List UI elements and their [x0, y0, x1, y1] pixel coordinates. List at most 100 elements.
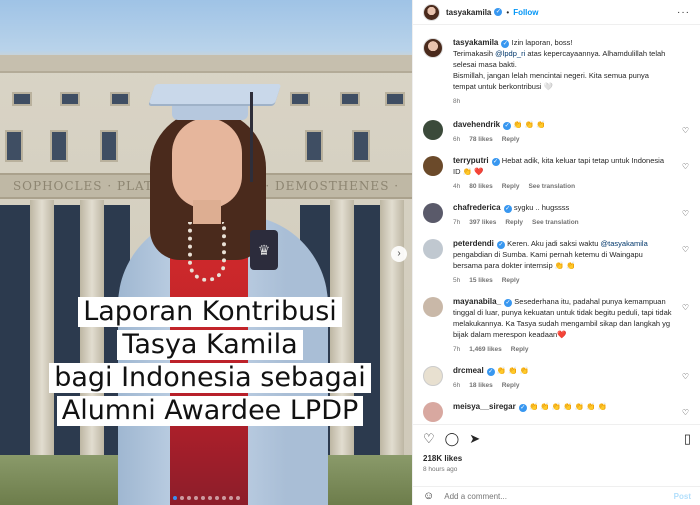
share-icon[interactable]: ➤: [469, 431, 480, 447]
heart-icon[interactable]: ♡: [681, 408, 690, 417]
image-title-line: Alumni Awardee LPDP: [56, 396, 364, 426]
comment-username[interactable]: davehendrik: [453, 120, 500, 129]
comment-username[interactable]: chafrederica: [453, 203, 501, 212]
carousel-dot: [221, 496, 226, 500]
avatar[interactable]: [423, 156, 443, 176]
see-translation-link[interactable]: See translation: [528, 183, 575, 190]
heart-icon[interactable]: ♡: [681, 245, 690, 254]
verified-badge-icon: ✓: [518, 404, 527, 412]
colonnade-shadow: [0, 205, 30, 455]
comment-text: pengabdian di Sumba. Kami pernah ketemu …: [453, 250, 643, 270]
comment-icon[interactable]: ◯: [445, 431, 460, 447]
heart-icon[interactable]: ♡: [681, 209, 690, 218]
comment-body: terryputri ✓ Hebat adik, kita keluar tapi…: [453, 155, 690, 192]
reply-button[interactable]: Reply: [502, 277, 520, 284]
mention-link[interactable]: @lpdp_ri: [495, 49, 525, 58]
post-button[interactable]: Post: [674, 492, 691, 501]
carousel-dot: [172, 496, 177, 500]
timestamp[interactable]: 7h: [453, 219, 460, 226]
comment-item: terryputri ✓ Hebat adik, kita keluar tapi…: [423, 155, 690, 192]
mention-link[interactable]: @tasyakamila: [601, 239, 648, 248]
like-count[interactable]: 18 likes: [469, 382, 493, 389]
comment-text: 👏 👏 👏: [513, 120, 546, 129]
avatar[interactable]: [423, 203, 443, 223]
comment-meta: 7h 397 likes Reply See translation: [453, 217, 672, 228]
comments-list[interactable]: tasyakamila ✓ Izin laporan, boss! Terimak…: [413, 25, 700, 425]
reply-button[interactable]: Reply: [502, 136, 520, 143]
heart-icon[interactable]: ♡: [681, 372, 690, 381]
timestamp[interactable]: 6h: [453, 136, 460, 143]
heart-icon[interactable]: ♡: [681, 303, 690, 312]
post-actions: ♡ ◯ ➤ ▯ 218K likes 8 hours ago: [413, 424, 700, 473]
comment-item: drcmeal ✓ 👏 👏 👏 6h 18 likes Reply ♡: [423, 365, 690, 391]
heart-icon[interactable]: ♡: [681, 162, 690, 171]
comment-item: mayanabila_ ✓ Sesederhana itu, padahal pu…: [423, 296, 690, 355]
comment-meta: 6h 18 likes Reply: [453, 380, 672, 391]
comment-username[interactable]: mayanabila_: [453, 297, 501, 306]
like-count[interactable]: 1,469 likes: [469, 346, 502, 353]
window: [12, 92, 32, 106]
follow-button[interactable]: Follow: [513, 8, 538, 17]
comment-username[interactable]: meisya__siregar: [453, 402, 516, 411]
comment-username[interactable]: terryputri: [453, 156, 489, 165]
carousel-indicator: [0, 493, 412, 502]
avatar[interactable]: [423, 120, 443, 140]
avatar[interactable]: [423, 366, 443, 386]
timestamp[interactable]: 6h: [453, 382, 460, 389]
avatar[interactable]: [423, 3, 440, 21]
building-cornice: [0, 55, 412, 73]
like-count[interactable]: 78 likes: [469, 136, 493, 143]
see-translation-link[interactable]: See translation: [532, 219, 579, 226]
carousel-dot: [200, 496, 205, 500]
like-count[interactable]: 15 likes: [469, 277, 493, 284]
window: [100, 130, 118, 162]
reply-button[interactable]: Reply: [502, 382, 520, 389]
heart-icon[interactable]: ♡: [681, 126, 690, 135]
reply-button[interactable]: Reply: [505, 219, 523, 226]
image-title-overlay: Laporan Kontribusi Tasya Kamila bagi Ind…: [30, 297, 390, 429]
heart-icon[interactable]: ♡: [423, 431, 435, 447]
avatar[interactable]: [423, 38, 443, 58]
chevron-right-icon[interactable]: ›: [391, 246, 407, 262]
image-title-line: Laporan Kontribusi: [78, 297, 342, 327]
comment-input[interactable]: [444, 491, 674, 501]
window: [5, 130, 23, 162]
timestamp[interactable]: 7h: [453, 346, 460, 353]
emoji-icon[interactable]: ☺: [423, 490, 434, 502]
timestamp[interactable]: 4h: [453, 183, 460, 190]
comment-text: 👏 👏 👏: [496, 366, 530, 375]
verified-badge-icon: ✓: [503, 205, 512, 213]
comment-body: drcmeal ✓ 👏 👏 👏 6h 18 likes Reply: [453, 365, 690, 391]
window: [50, 130, 68, 162]
verified-badge-icon: ✓: [504, 299, 513, 307]
caption: tasyakamila ✓ Izin laporan, boss! Terimak…: [423, 37, 690, 107]
timestamp[interactable]: 5h: [453, 277, 460, 284]
comment-username[interactable]: peterdendi: [453, 239, 494, 248]
caption-line: Bismillah, jangan lelah mencintai negeri…: [453, 71, 649, 91]
neck: [193, 200, 221, 224]
like-count[interactable]: 397 likes: [469, 219, 496, 226]
comment-body: mayanabila_ ✓ Sesederhana itu, padahal pu…: [453, 296, 690, 355]
avatar[interactable]: [423, 402, 443, 422]
avatar[interactable]: [423, 297, 443, 317]
image-title-line: Tasya Kamila: [117, 330, 303, 360]
likes-count[interactable]: 218K likes: [423, 454, 691, 463]
header-username[interactable]: tasyakamila: [446, 8, 491, 17]
post-timestamp[interactable]: 8 hours ago: [423, 466, 691, 473]
more-options-icon[interactable]: ···: [677, 7, 690, 18]
avatar[interactable]: [423, 239, 443, 259]
carousel-dot: [193, 496, 198, 500]
verified-badge-icon: ✓: [486, 368, 495, 376]
reply-button[interactable]: Reply: [502, 183, 520, 190]
comment-meta: 6h 78 likes Reply: [453, 134, 672, 145]
caption-body: tasyakamila ✓ Izin laporan, boss! Terimak…: [453, 37, 690, 107]
timestamp[interactable]: 8h: [453, 98, 460, 105]
post-image[interactable]: SOPHOCLES · PLATO · ARISTOTLE · DEMOSTHE…: [0, 0, 412, 505]
caption-username[interactable]: tasyakamila: [453, 38, 498, 47]
like-count[interactable]: 80 likes: [469, 183, 493, 190]
comment-username[interactable]: drcmeal: [453, 366, 484, 375]
caption-meta: 8h: [453, 96, 672, 107]
separator-dot: •: [506, 7, 510, 17]
reply-button[interactable]: Reply: [511, 346, 529, 353]
bookmark-icon[interactable]: ▯: [684, 431, 691, 447]
